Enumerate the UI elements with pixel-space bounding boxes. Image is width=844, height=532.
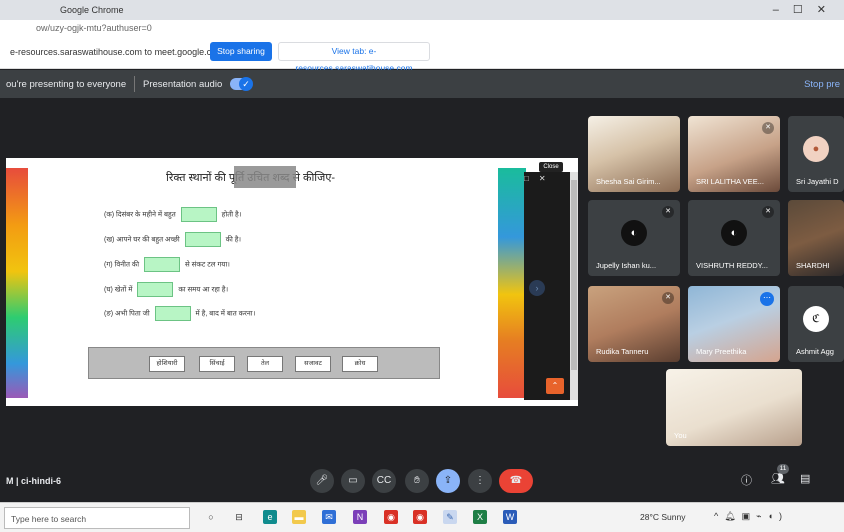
screen: Google Chrome –☐✕ ow/uzy-ogjk-mtu?authus… [0, 0, 844, 532]
answer-blank[interactable] [184, 232, 221, 247]
more-options-icon[interactable]: ⋯ [760, 292, 774, 306]
taskbar: Type here to search ○ ⊟ e ▬ ✉ N ◉ ◉ ✎ X … [0, 502, 844, 532]
participant-name: Rudika Tanneru [596, 347, 649, 356]
avatar: ◐ [621, 220, 647, 247]
answer-blank[interactable] [154, 306, 191, 321]
avatar: ℭ [803, 306, 829, 333]
scroll-up-icon[interactable]: ⌃ [546, 378, 564, 394]
chat-icon[interactable]: ▤ [800, 472, 810, 485]
sharing-message: e-resources.saraswatihouse.com to meet.g… [10, 47, 224, 57]
participant-name: VISHRUTH REDDY... [696, 261, 768, 270]
task-view-icon[interactable]: ⊟ [232, 510, 246, 524]
system-tray[interactable]: ^🔔︎▣⌁◖) [714, 511, 788, 522]
question-line: (घ) खेतों में का समय आ रहा है। [104, 282, 228, 297]
paint-icon[interactable]: ✎ [443, 510, 457, 524]
mic-off-icon: ✕ [762, 206, 774, 218]
participant-tile[interactable]: ⋯ Mary Preethika [688, 286, 780, 362]
participant-name: SRI LALITHA VEE... [696, 177, 764, 186]
participant-name: Jupelly Ishan ku... [596, 261, 657, 270]
presented-screen: Close □✕ रिक्त स्थानों की पूर्ति उचित शब… [6, 158, 578, 406]
decor-stripe-right [498, 168, 526, 398]
word-bank: होशियारी सिंचाई तेल सजावट क्रोध [88, 347, 440, 379]
participant-tile[interactable]: Shesha Sai Girim... [588, 116, 680, 192]
next-arrow-icon[interactable]: › [529, 280, 545, 296]
participant-name: SHARDHI [796, 261, 830, 270]
question-line: (क) दिसंबर के महीने में बहुत होती है। [104, 207, 241, 222]
participant-name: You [674, 431, 687, 440]
check-icon: ✓ [239, 77, 253, 91]
meeting-controls-bar: M | ci-hindi-6 🎤︎ ▭ CC ✋︎ ⇪ ⋮ ☎︎ ⓘ 👥︎ 11… [0, 462, 844, 502]
word-option[interactable]: क्रोध [342, 356, 378, 372]
sharing-bar: e-resources.saraswatihouse.com to meet.g… [0, 36, 844, 73]
divider [134, 76, 135, 92]
cursor-overlay [234, 166, 296, 188]
participant-tile[interactable]: ✕ Rudika Tanneru [588, 286, 680, 362]
weather-widget[interactable]: 28°C Sunny [640, 512, 685, 522]
word-option[interactable]: सिंचाई [199, 356, 235, 372]
slide-window-controls[interactable]: □✕ [524, 174, 558, 183]
decor-stripe-left [6, 168, 28, 398]
word-icon[interactable]: W [503, 510, 517, 524]
participant-count-badge: 11 [777, 464, 789, 474]
edge-icon[interactable]: e [263, 510, 277, 524]
word-option[interactable]: तेल [247, 356, 283, 372]
participant-name: Shesha Sai Girim... [596, 177, 661, 186]
presentation-audio-toggle[interactable]: ✓ [230, 77, 253, 91]
participant-name: Ashmit Agg [796, 347, 834, 356]
participant-name: Sri Jayathi D [796, 177, 839, 186]
answer-blank[interactable] [180, 207, 217, 222]
hang-up-icon[interactable]: ☎︎ [499, 469, 533, 493]
avatar: ◐ [721, 220, 747, 247]
captions-icon[interactable]: CC [372, 469, 396, 493]
mic-off-icon: ✕ [762, 122, 774, 134]
presentation-audio-label: Presentation audio [143, 79, 223, 90]
self-view-tile[interactable]: You [666, 369, 802, 446]
participant-tile[interactable]: ✕ ◐ Jupelly Ishan ku... [588, 200, 680, 276]
chrome-icon[interactable]: ◉ [413, 510, 427, 524]
onenote-icon[interactable]: N [353, 510, 367, 524]
excel-icon[interactable]: X [473, 510, 487, 524]
present-icon[interactable]: ⇪ [436, 469, 460, 493]
stop-presenting-link[interactable]: Stop pre [804, 79, 840, 90]
window-titlebar: Google Chrome –☐✕ [0, 0, 844, 20]
raise-hand-icon[interactable]: ✋︎ [405, 469, 429, 493]
more-options-icon[interactable]: ⋮ [468, 469, 492, 493]
microphone-icon[interactable]: 🎤︎ [310, 469, 334, 493]
address-bar[interactable]: ow/uzy-ogjk-mtu?authuser=0 [0, 20, 844, 36]
answer-blank[interactable] [144, 257, 181, 272]
window-title: Google Chrome [60, 5, 124, 15]
participant-tile[interactable]: ● Sri Jayathi D [788, 116, 844, 192]
avatar: ● [803, 136, 829, 163]
url-text: ow/uzy-ogjk-mtu?authuser=0 [36, 23, 152, 33]
taskbar-search-input[interactable]: Type here to search [4, 507, 190, 529]
question-line: (ग) विनीत की से संकट टल गया। [104, 257, 230, 272]
chrome-icon[interactable]: ◉ [384, 510, 398, 524]
question-line: (ख) आपने घर की बहुत अच्छी की है। [104, 232, 241, 247]
start-icon[interactable]: ○ [204, 510, 218, 524]
file-explorer-icon[interactable]: ▬ [292, 510, 306, 524]
stop-sharing-button[interactable]: Stop sharing [210, 42, 272, 61]
participant-tile[interactable]: SHARDHI [788, 200, 844, 276]
meeting-code: M | ci-hindi-6 [6, 476, 62, 486]
camera-icon[interactable]: ▭ [341, 469, 365, 493]
close-button[interactable]: Close [539, 162, 563, 172]
info-icon[interactable]: ⓘ [741, 472, 752, 488]
word-option[interactable]: सजावट [295, 356, 331, 372]
presenting-status: ou're presenting to everyone [6, 79, 127, 90]
question-line: (ङ) अभी पिता जी में है, बाद में बात करना… [104, 306, 255, 321]
mic-off-icon: ✕ [662, 206, 674, 218]
view-tab-button[interactable]: View tab: e-resources.saraswatihouse.com [278, 42, 430, 73]
scrollbar-thumb[interactable] [571, 180, 577, 370]
presenting-bar: ou're presenting to everyone Presentatio… [0, 70, 844, 98]
participant-name: Mary Preethika [696, 347, 747, 356]
word-option[interactable]: होशियारी [149, 356, 185, 372]
participant-tile[interactable]: ✕ SRI LALITHA VEE... [688, 116, 780, 192]
answer-blank[interactable] [137, 282, 174, 297]
mail-icon[interactable]: ✉ [322, 510, 336, 524]
window-controls[interactable]: –☐✕ [773, 3, 840, 16]
participant-tile[interactable]: ℭ Ashmit Agg [788, 286, 844, 362]
participant-tile[interactable]: ✕ ◐ VISHRUTH REDDY... [688, 200, 780, 276]
mic-off-icon: ✕ [662, 292, 674, 304]
